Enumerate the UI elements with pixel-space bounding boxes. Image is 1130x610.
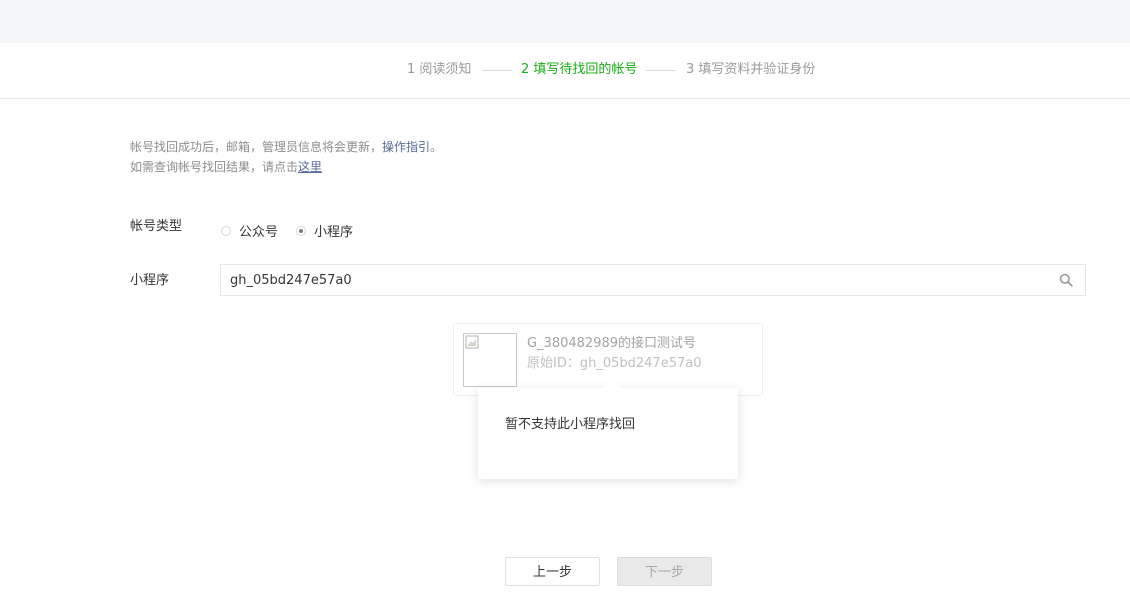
guide-link[interactable]: 操作指引 [382,140,430,154]
mini-program-label: 小程序 [130,273,170,288]
prev-step-button[interactable]: 上一步 [505,557,600,586]
step-1: 1 阅读须知 [407,62,472,77]
step-indicator: 1 阅读须知 2 填写待找回的帐号 3 填写资料并验证身份 [0,43,1130,99]
next-step-button[interactable]: 下一步 [617,557,712,586]
search-input[interactable] [230,265,1050,295]
search-box [220,264,1086,296]
notice-text: 帐号找回成功后，邮箱，管理员信息将会更新，操作指引。 如需查询帐号找回结果，请点… [130,137,442,177]
notice-line-2-text: 如需查询帐号找回结果，请点击 [130,160,299,174]
avatar [463,333,517,387]
radio-official-account-label: 公众号 [239,225,279,240]
step-3: 3 填写资料并验证身份 [686,62,816,77]
top-bar [0,0,1130,43]
search-icon[interactable] [1059,273,1073,287]
radio-unchecked-icon [221,225,231,236]
step-2: 2 填写待找回的帐号 [521,62,638,77]
radio-checked-icon [296,225,306,236]
query-result-link[interactable]: 这里 [298,160,322,174]
result-original-id: 原始ID：gh_05bd247e57a0 [527,356,702,371]
radio-mini-program[interactable]: 小程序 [296,221,353,240]
notice-line-1-text: 帐号找回成功后，邮箱，管理员信息将会更新， [130,140,383,154]
radio-official-account[interactable]: 公众号 [221,221,278,240]
account-type-label: 帐号类型 [130,219,183,234]
result-name: G_380482989的接口测试号 [527,336,697,351]
broken-image-icon [465,335,479,349]
radio-mini-program-label: 小程序 [314,225,354,240]
unsupported-tooltip: 暂不支持此小程序找回 [478,388,738,479]
step-separator [482,70,512,71]
notice-line-2: 如需查询帐号找回结果，请点击这里 [130,157,442,177]
notice-line-1: 帐号找回成功后，邮箱，管理员信息将会更新，操作指引。 [130,137,442,157]
tooltip-message: 暂不支持此小程序找回 [505,417,636,432]
step-separator [646,70,676,71]
notice-line-1-suffix: 。 [430,140,443,154]
